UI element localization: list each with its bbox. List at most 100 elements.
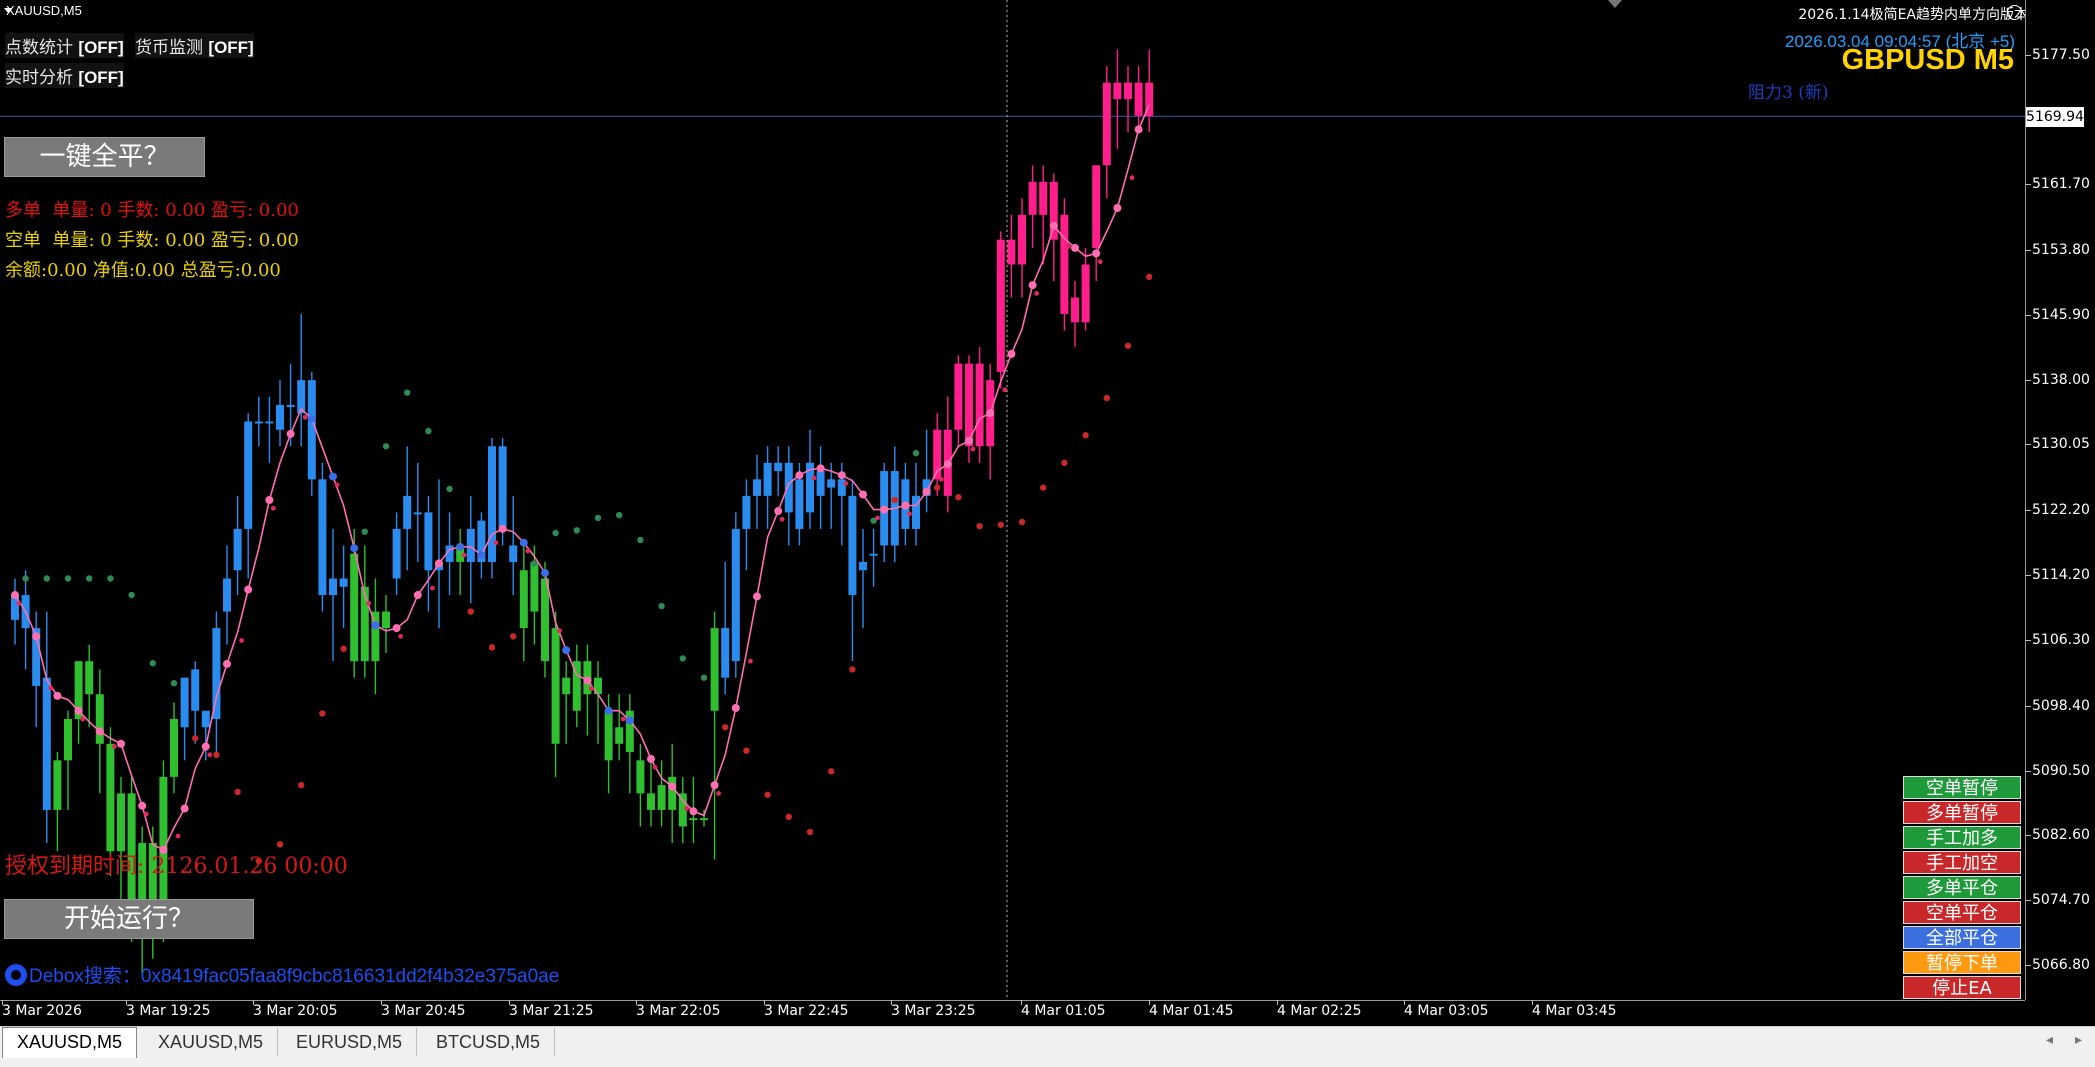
side-button-0[interactable]: 空单暂停 xyxy=(1903,776,2021,799)
moving-average-dot xyxy=(562,646,571,655)
chart-shift-marker-icon[interactable] xyxy=(1608,0,1622,8)
trailing-stop-dot xyxy=(361,528,368,535)
candle-body xyxy=(1113,82,1122,100)
moving-average-dot xyxy=(456,542,465,551)
time-tick-mark xyxy=(636,1000,637,1005)
license-expiry-text: 授权到期时间: 2126.01.26 00:00 xyxy=(5,854,348,879)
side-button-5[interactable]: 空单平仓 xyxy=(1903,901,2021,924)
trailing-stop-dot xyxy=(1061,459,1068,467)
time-tick-mark xyxy=(764,1000,765,1005)
toggle-realtime-analysis[interactable]: 实时分析 [OFF] xyxy=(5,63,124,88)
candle-body xyxy=(954,363,963,430)
moving-average-dot xyxy=(922,487,931,496)
signal-dot-small xyxy=(334,482,340,488)
price-axis[interactable] xyxy=(2025,0,2095,1000)
moving-average-dot xyxy=(519,538,528,547)
price-tick-mark xyxy=(2025,835,2031,836)
moving-average-dot xyxy=(95,727,104,736)
chart-tab[interactable]: XAUUSD,M5 xyxy=(2,1027,138,1058)
debox-search-text: Debox搜索：0x8419fac05faa8f9cbc816631dd2f4b… xyxy=(29,966,560,987)
candle-body xyxy=(551,628,560,744)
trailing-stop-dot xyxy=(573,527,580,534)
candle-body xyxy=(360,586,369,662)
price-tick-mark xyxy=(2025,900,2031,901)
candle-body xyxy=(498,446,507,529)
tab-scroll-right-icon[interactable]: ▸ xyxy=(2075,1032,2082,1048)
ea-title-info: 2026.1.14极简EA趋势内单方向版本 xyxy=(1798,7,2028,23)
candle-body xyxy=(1102,82,1111,166)
moving-average-dot xyxy=(880,505,889,514)
price-tick-mark xyxy=(2025,444,2031,445)
chart-tab[interactable]: EURUSD,M5 xyxy=(282,1028,418,1056)
price-tick-label: 5161.70 xyxy=(2032,176,2090,192)
side-button-4[interactable]: 多单平仓 xyxy=(1903,876,2021,899)
trailing-stop-dot xyxy=(722,724,729,731)
price-tick-mark xyxy=(2025,184,2031,185)
signal-dot-small xyxy=(366,600,372,606)
time-tick-mark xyxy=(1149,1000,1150,1005)
debox-search[interactable]: Debox搜索：0x8419fac05faa8f9cbc816631dd2f4b… xyxy=(5,961,559,988)
side-button-3[interactable]: 手工加空 xyxy=(1903,851,2021,874)
chart-tab[interactable]: XAUUSD,M5 xyxy=(144,1028,279,1056)
signal-dot-small xyxy=(175,833,181,839)
candle-body xyxy=(742,495,751,529)
price-tick-mark xyxy=(2025,510,2031,511)
trailing-stop-dot xyxy=(170,679,178,687)
trailing-stop-dot xyxy=(658,602,665,610)
candle-body xyxy=(276,404,284,430)
trailing-stop-dot xyxy=(234,788,241,796)
chart-tab[interactable]: BTCUSD,M5 xyxy=(422,1028,556,1056)
time-tick-mark xyxy=(891,1000,892,1005)
moving-average-dot xyxy=(541,569,549,578)
candle-body xyxy=(424,512,433,571)
moving-average-dot xyxy=(392,624,401,633)
candle-body xyxy=(95,694,104,744)
time-tick-label: 4 Mar 02:25 xyxy=(1277,1003,1362,1019)
tab-scroll-left-icon[interactable]: ◂ xyxy=(2046,1032,2053,1048)
candle-body xyxy=(763,462,772,496)
time-tick-label: 3 Mar 19:25 xyxy=(126,1003,211,1019)
time-tick-label: 4 Mar 01:45 xyxy=(1149,1003,1234,1019)
trailing-stop-dot xyxy=(891,496,898,504)
signal-dot-small xyxy=(239,638,245,643)
side-button-8[interactable]: 停止EA xyxy=(1903,976,2021,999)
moving-average-dot xyxy=(265,496,274,504)
candle-body xyxy=(42,677,51,810)
moving-average-dot xyxy=(244,585,253,594)
trailing-stop-dot xyxy=(700,674,708,681)
moving-average-dot xyxy=(965,436,973,445)
candle-body xyxy=(1060,214,1069,315)
moving-average-dot xyxy=(435,559,443,568)
price-tick-label: 5082.60 xyxy=(2032,827,2090,843)
candle-body xyxy=(1039,181,1048,215)
trailing-stop-dot xyxy=(149,660,156,667)
candle-body xyxy=(329,578,337,596)
side-button-1[interactable]: 多单暂停 xyxy=(1903,801,2021,824)
moving-average-dot xyxy=(498,524,507,533)
candle-body xyxy=(466,528,475,562)
trailing-stop-dot xyxy=(382,443,390,450)
candle-body xyxy=(784,462,793,513)
start-run-button[interactable]: 开始运行？ xyxy=(4,899,254,939)
candle-body xyxy=(201,710,210,728)
trailing-stop-dot xyxy=(1082,432,1089,439)
signal-dot-small xyxy=(493,540,499,546)
moving-average-dot xyxy=(180,804,189,813)
signal-dot-small xyxy=(938,476,944,482)
side-button-7[interactable]: 暂停下单 xyxy=(1903,951,2021,974)
close-all-button[interactable]: 一键全平？ xyxy=(4,137,205,177)
side-button-6[interactable]: 全部平仓 xyxy=(1903,926,2021,949)
side-button-2[interactable]: 手工加多 xyxy=(1903,826,2021,849)
signal-dot-small xyxy=(716,790,721,796)
moving-average-dot xyxy=(307,414,316,423)
trailing-stop-dot xyxy=(552,529,559,537)
price-tick-label: 5138.00 xyxy=(2032,372,2090,388)
candle-body xyxy=(530,561,539,612)
signal-dot-small xyxy=(557,628,562,634)
candle-body xyxy=(254,421,263,424)
candle-body xyxy=(996,239,1005,372)
trailing-stop-dot xyxy=(22,575,29,582)
moving-average-dot xyxy=(795,471,804,480)
toggle-currency-monitor[interactable]: 货币监测 [OFF] xyxy=(135,33,254,58)
toggle-count-stats[interactable]: 点数统计 [OFF] xyxy=(5,33,124,58)
